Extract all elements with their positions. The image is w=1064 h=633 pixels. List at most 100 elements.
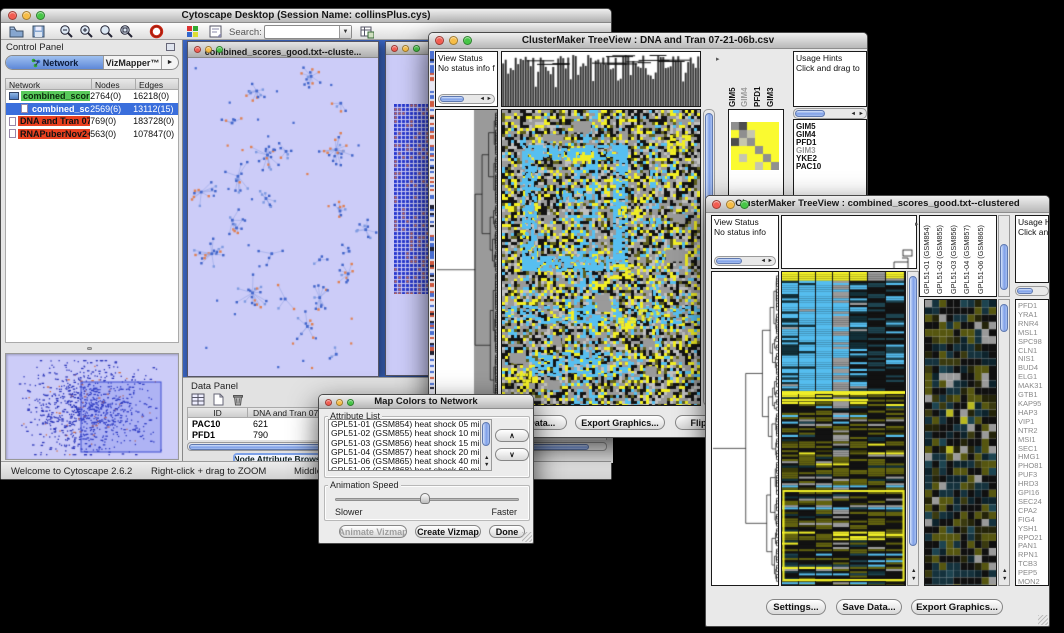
row-dendrogram-canvas[interactable] <box>712 272 778 585</box>
network-frame-titlebar[interactable]: combined_scores_good.txt--cluste... <box>188 42 378 58</box>
scrollbar-thumb[interactable] <box>716 258 742 264</box>
scrollbar-thumb[interactable] <box>1000 304 1008 332</box>
animate-vizmap-button[interactable]: Animate Vizmap <box>339 525 407 538</box>
maximize-button[interactable] <box>413 45 420 52</box>
import-table-icon[interactable] <box>359 24 374 39</box>
treeview1-heatmap-canvas[interactable] <box>502 110 700 405</box>
view-status-hscrollbar[interactable]: ◄ ► <box>714 256 776 266</box>
delete-attribute-icon[interactable] <box>231 393 246 408</box>
scroll-up-icon[interactable]: ▲ <box>1002 569 1007 574</box>
column-dendrogram-panel[interactable] <box>501 51 701 107</box>
scrollbar-thumb[interactable] <box>1000 244 1008 290</box>
scrollbar-thumb[interactable] <box>440 96 464 102</box>
network-row[interactable]: combined_sco 2569(6) 13112(15) <box>6 103 178 116</box>
usage-hints-hscrollbar[interactable]: ◄ ► <box>793 108 867 119</box>
slider-thumb[interactable] <box>420 493 430 504</box>
network-view-canvas[interactable] <box>188 58 378 375</box>
resize-grip[interactable] <box>522 532 532 542</box>
attribute-list-vscrollbar[interactable]: ▲ ▼ <box>480 419 492 471</box>
scroll-down-icon[interactable]: ▼ <box>484 463 489 468</box>
settings-button[interactable]: Settings... <box>766 599 826 615</box>
tab-vizmapper[interactable]: VizMapper™ <box>104 56 162 69</box>
scrollbar-thumb[interactable] <box>482 422 490 446</box>
row-dendrogram-panel[interactable] <box>711 271 779 586</box>
attribute-list-item[interactable]: GPL51-07 (GSM868) heat shock 60 min <box>329 466 491 471</box>
open-session-icon[interactable] <box>9 24 24 39</box>
minimize-button[interactable] <box>449 36 458 45</box>
table-icon[interactable] <box>191 393 206 408</box>
global-overview-strip[interactable] <box>430 51 434 406</box>
search-input[interactable]: ▼ <box>264 25 352 39</box>
scroll-left-icon[interactable]: ◄ <box>761 259 766 264</box>
resize-grip[interactable] <box>1038 615 1048 625</box>
done-button[interactable]: Done <box>489 525 525 538</box>
new-attribute-icon[interactable] <box>211 393 226 408</box>
close-button[interactable] <box>8 11 17 20</box>
treeview2-heatmap-panel[interactable] <box>781 271 906 586</box>
zoom-heatmap-panel[interactable] <box>924 299 997 586</box>
scroll-down-icon[interactable]: ▼ <box>1002 577 1007 582</box>
minimize-button[interactable] <box>336 399 343 406</box>
scroll-left-icon[interactable]: ◄ <box>480 97 485 102</box>
export-graphics-button[interactable]: Export Graphics... <box>911 599 1003 615</box>
zoom-heatmap-canvas[interactable] <box>925 300 996 585</box>
export-graphics-button[interactable]: Export Graphics... <box>575 415 665 430</box>
close-button[interactable] <box>325 399 332 406</box>
scroll-right-icon[interactable]: ► <box>768 259 773 264</box>
treeview2-titlebar[interactable]: ClusterMaker TreeView : combined_scores_… <box>706 196 1049 213</box>
float-panel-icon[interactable] <box>166 43 175 51</box>
column-dendrogram-canvas[interactable] <box>502 52 700 106</box>
correlation-matrix-canvas[interactable] <box>731 122 779 170</box>
scroll-left-icon[interactable]: ◄ <box>851 112 856 117</box>
scroll-up-icon[interactable]: ▲ <box>911 569 916 574</box>
scrollbar-thumb[interactable] <box>1017 288 1033 294</box>
birds-eye-view[interactable] <box>5 353 179 460</box>
usage-hints-hscrollbar[interactable] <box>1015 286 1049 296</box>
scrollbar-thumb[interactable] <box>795 110 825 117</box>
zoom-fit-icon[interactable] <box>99 24 114 39</box>
close-button[interactable] <box>712 200 721 209</box>
search-dropdown-icon[interactable]: ▼ <box>339 26 351 38</box>
maximize-button[interactable] <box>216 46 223 53</box>
cytoscape-titlebar[interactable]: Cytoscape Desktop (Session Name: collins… <box>1 9 611 23</box>
close-button[interactable] <box>194 46 201 53</box>
zoom-selected-icon[interactable] <box>119 24 134 39</box>
column-dendrogram-canvas[interactable] <box>782 216 916 268</box>
treeview2-vscrollbar[interactable]: ▲ ▼ <box>907 271 919 586</box>
scroll-up-icon[interactable]: ▲ <box>484 456 489 461</box>
zoom-out-icon[interactable] <box>59 24 74 39</box>
dialog-titlebar[interactable]: Map Colors to Network <box>319 395 533 409</box>
minimize-button[interactable] <box>402 45 409 52</box>
tab-network[interactable]: Network <box>6 56 104 69</box>
maximize-button[interactable] <box>740 200 749 209</box>
panel-arrow-icon[interactable]: ▸ <box>915 220 919 228</box>
minimize-button[interactable] <box>726 200 735 209</box>
panel-arrow-icon[interactable]: ▸ <box>716 55 720 63</box>
treeview1-heatmap-panel[interactable] <box>501 109 701 406</box>
scroll-right-icon[interactable]: ► <box>859 112 864 117</box>
view-status-hscrollbar[interactable]: ◄ ► <box>438 94 495 104</box>
minimize-button[interactable] <box>205 46 212 53</box>
treeview2-heatmap-canvas[interactable] <box>782 272 905 585</box>
move-down-button[interactable]: ∨ <box>495 448 529 461</box>
column-labels-vscrollbar[interactable] <box>998 215 1010 297</box>
network-row[interactable]: combined_scores 2764(0) 16218(0) <box>6 90 178 103</box>
maximize-button[interactable] <box>347 399 354 406</box>
attribute-list[interactable]: GPL51-01 (GSM854) heat shock 05 minGPL51… <box>328 419 492 471</box>
network-row[interactable]: DNA and Tran 07 769(0) 183728(0) <box>6 115 178 128</box>
move-up-button[interactable]: ∧ <box>495 429 529 442</box>
close-button[interactable] <box>391 45 398 52</box>
row-dendrogram-panel[interactable] <box>435 109 498 406</box>
tab-overflow-icon[interactable]: ► <box>162 56 178 69</box>
maximize-button[interactable] <box>463 36 472 45</box>
vizmapper-icon[interactable] <box>185 24 200 39</box>
save-session-icon[interactable] <box>31 24 46 39</box>
scroll-down-icon[interactable]: ▼ <box>911 577 916 582</box>
minimize-button[interactable] <box>22 11 31 20</box>
network-row[interactable]: RNAPuberNov2+ 563(0) 107847(0) <box>6 128 178 141</box>
close-button[interactable] <box>435 36 444 45</box>
maximize-button[interactable] <box>36 11 45 20</box>
row-dendrogram-canvas[interactable] <box>436 110 497 405</box>
scrollbar-thumb[interactable] <box>909 276 917 546</box>
save-data-button[interactable]: Save Data... <box>836 599 902 615</box>
